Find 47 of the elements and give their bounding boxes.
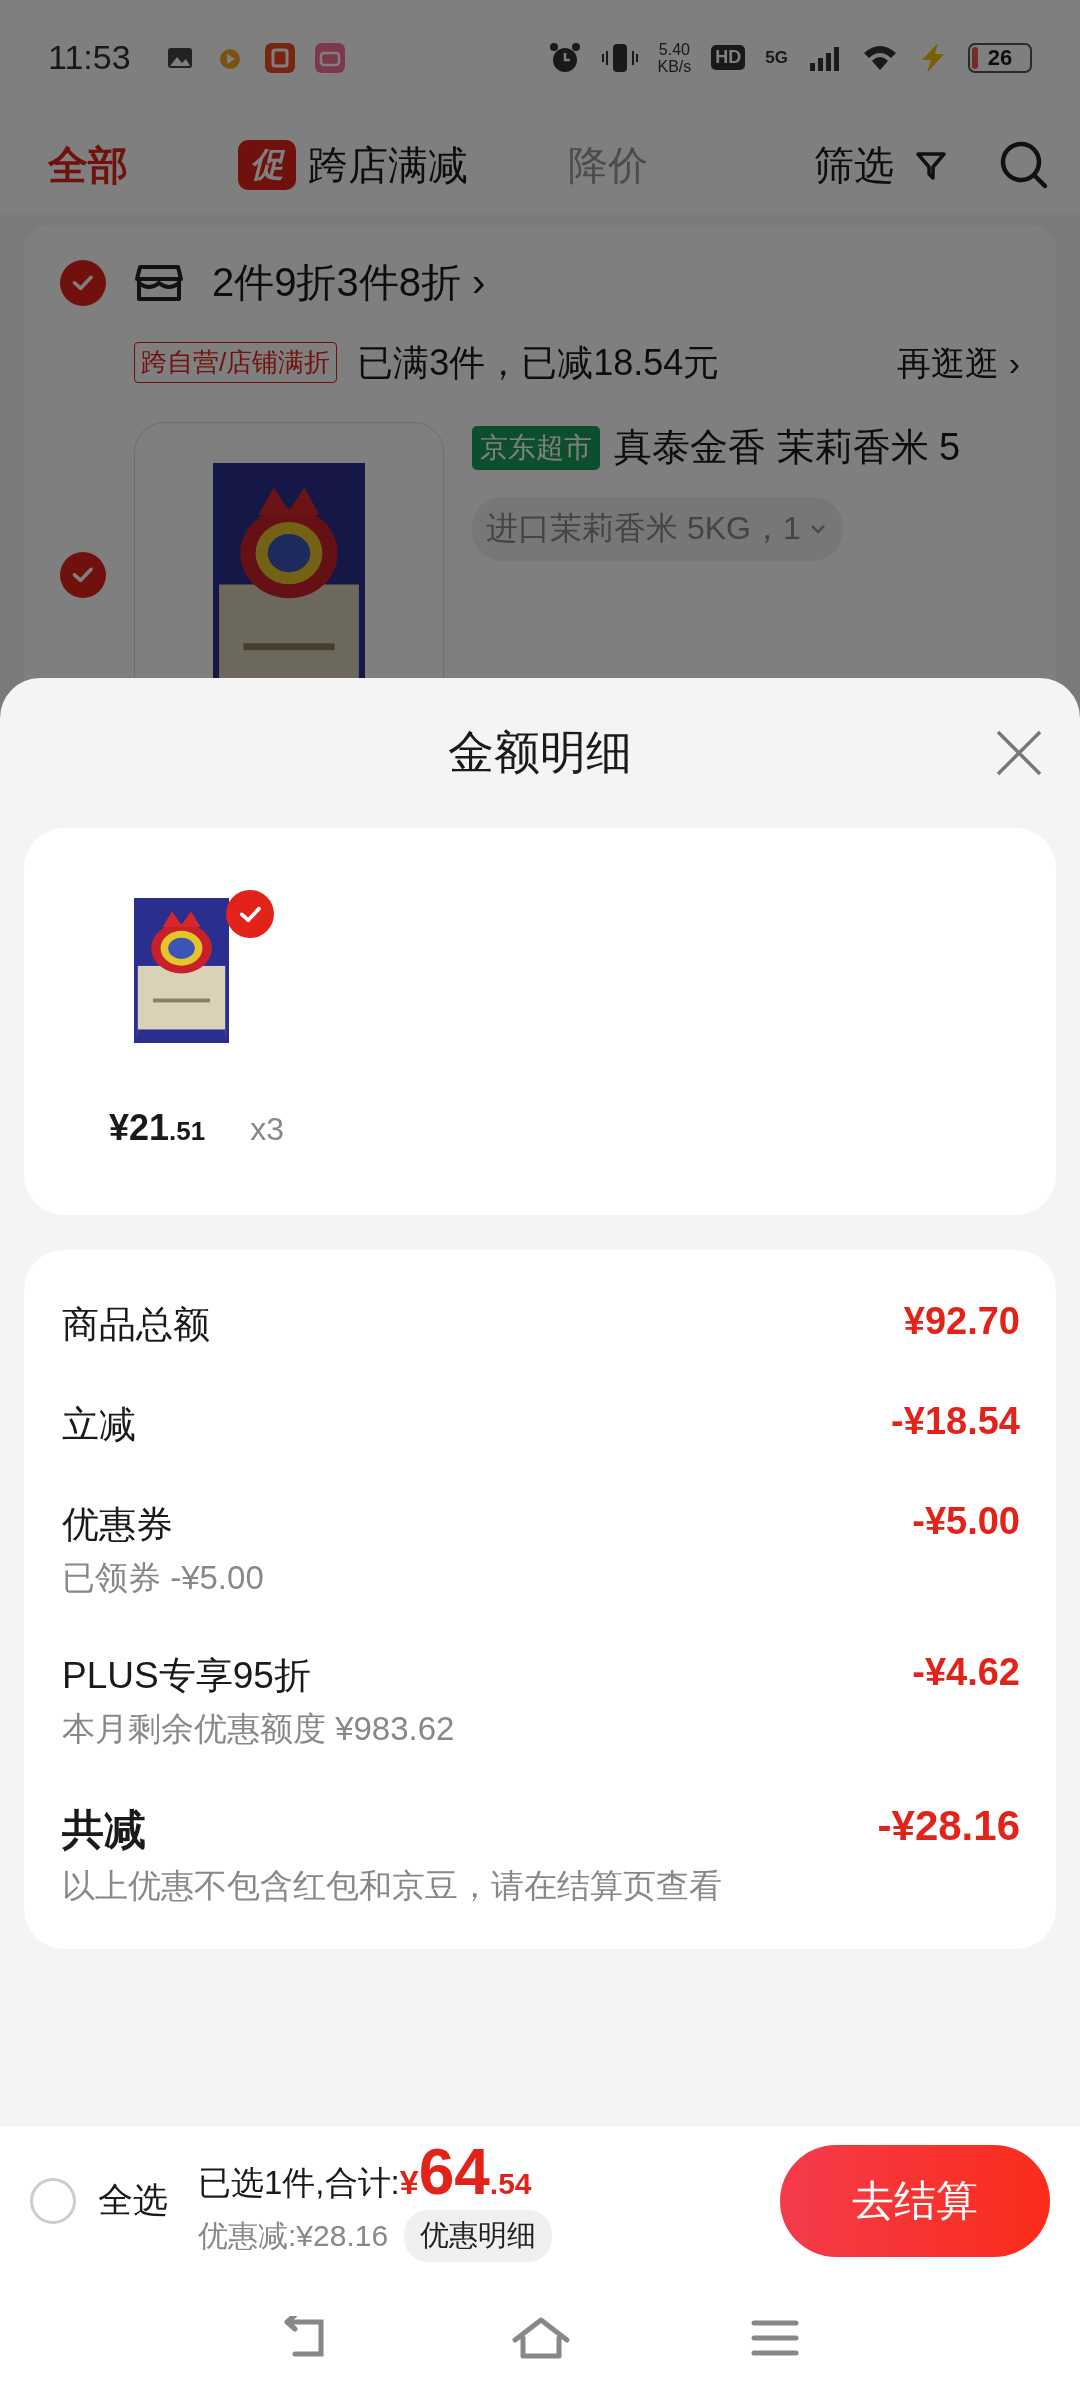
network-type: 5G [765,47,788,68]
sheet-title: 金额明细 [448,725,632,780]
tab[interactable]: 促 跨店满减 [238,137,468,193]
promo-tag: 跨自营/店铺满折 [134,342,338,383]
selected-summary: 已选1件,合计: [198,2163,400,2203]
discount-detail-button[interactable]: 优惠明细 [404,2210,553,2262]
detail-note: 本月剩余优惠额度 ¥983.62 [62,1709,456,1749]
detail-amount: ¥92.70 [903,1300,1020,1344]
detail-amount: -¥5.00 [912,1500,1020,1544]
battery-indicator: 26 [968,42,1032,73]
search-icon[interactable] [998,139,1050,191]
detail-note: 已领券 -¥5.00 [62,1558,265,1598]
promo-title[interactable]: 2件9折3件8折 › [212,255,486,310]
home-icon[interactable] [511,2315,571,2360]
close-icon[interactable] [994,728,1044,778]
checkbox[interactable] [60,259,106,306]
detail-label: PLUS专享95折 [62,1654,312,1698]
checkbox[interactable] [60,552,106,598]
product-quantity: x3 [250,1111,285,1148]
detail-amount: -¥18.54 [891,1400,1020,1444]
discount-summary: 优惠减:¥28.16 [198,2217,389,2254]
network-speed: 5.40 [658,40,690,58]
alarm-icon [547,40,582,75]
product-price: ¥21.51 [109,1107,206,1149]
store-tag: 京东超市 [472,425,600,470]
total-price: ¥64.54 [399,2139,532,2205]
checkbox[interactable] [226,890,274,938]
tab[interactable]: 全部 [48,137,128,193]
filter-link[interactable]: 筛选 [814,137,894,193]
detail-label: 优惠券 [62,1503,174,1547]
checkbox[interactable] [30,2177,76,2224]
select-all-label[interactable]: 全选 [98,2177,168,2224]
detail-label: 共减 [62,1805,147,1855]
browse-more-link[interactable]: 再逛逛 › [897,334,1020,392]
app-icon [314,42,345,73]
detail-label: 立减 [62,1403,137,1447]
checkout-button[interactable]: 去结算 [780,2144,1050,2257]
speed-unit: KB/s [657,57,692,75]
detail-amount: -¥28.16 [877,1802,1020,1851]
clock: 11:53 [48,38,131,77]
hd-indicator: HD [711,45,746,70]
product-title[interactable]: 真泰金香 茉莉香米 5 [614,422,961,473]
detail-label: 商品总额 [62,1303,211,1347]
detail-amount: -¥4.62 [912,1651,1020,1695]
app-icon [264,42,295,73]
detail-note: 以上优惠不包含红包和京豆，请在结算页查看 [62,1866,723,1906]
store-icon [134,262,184,303]
